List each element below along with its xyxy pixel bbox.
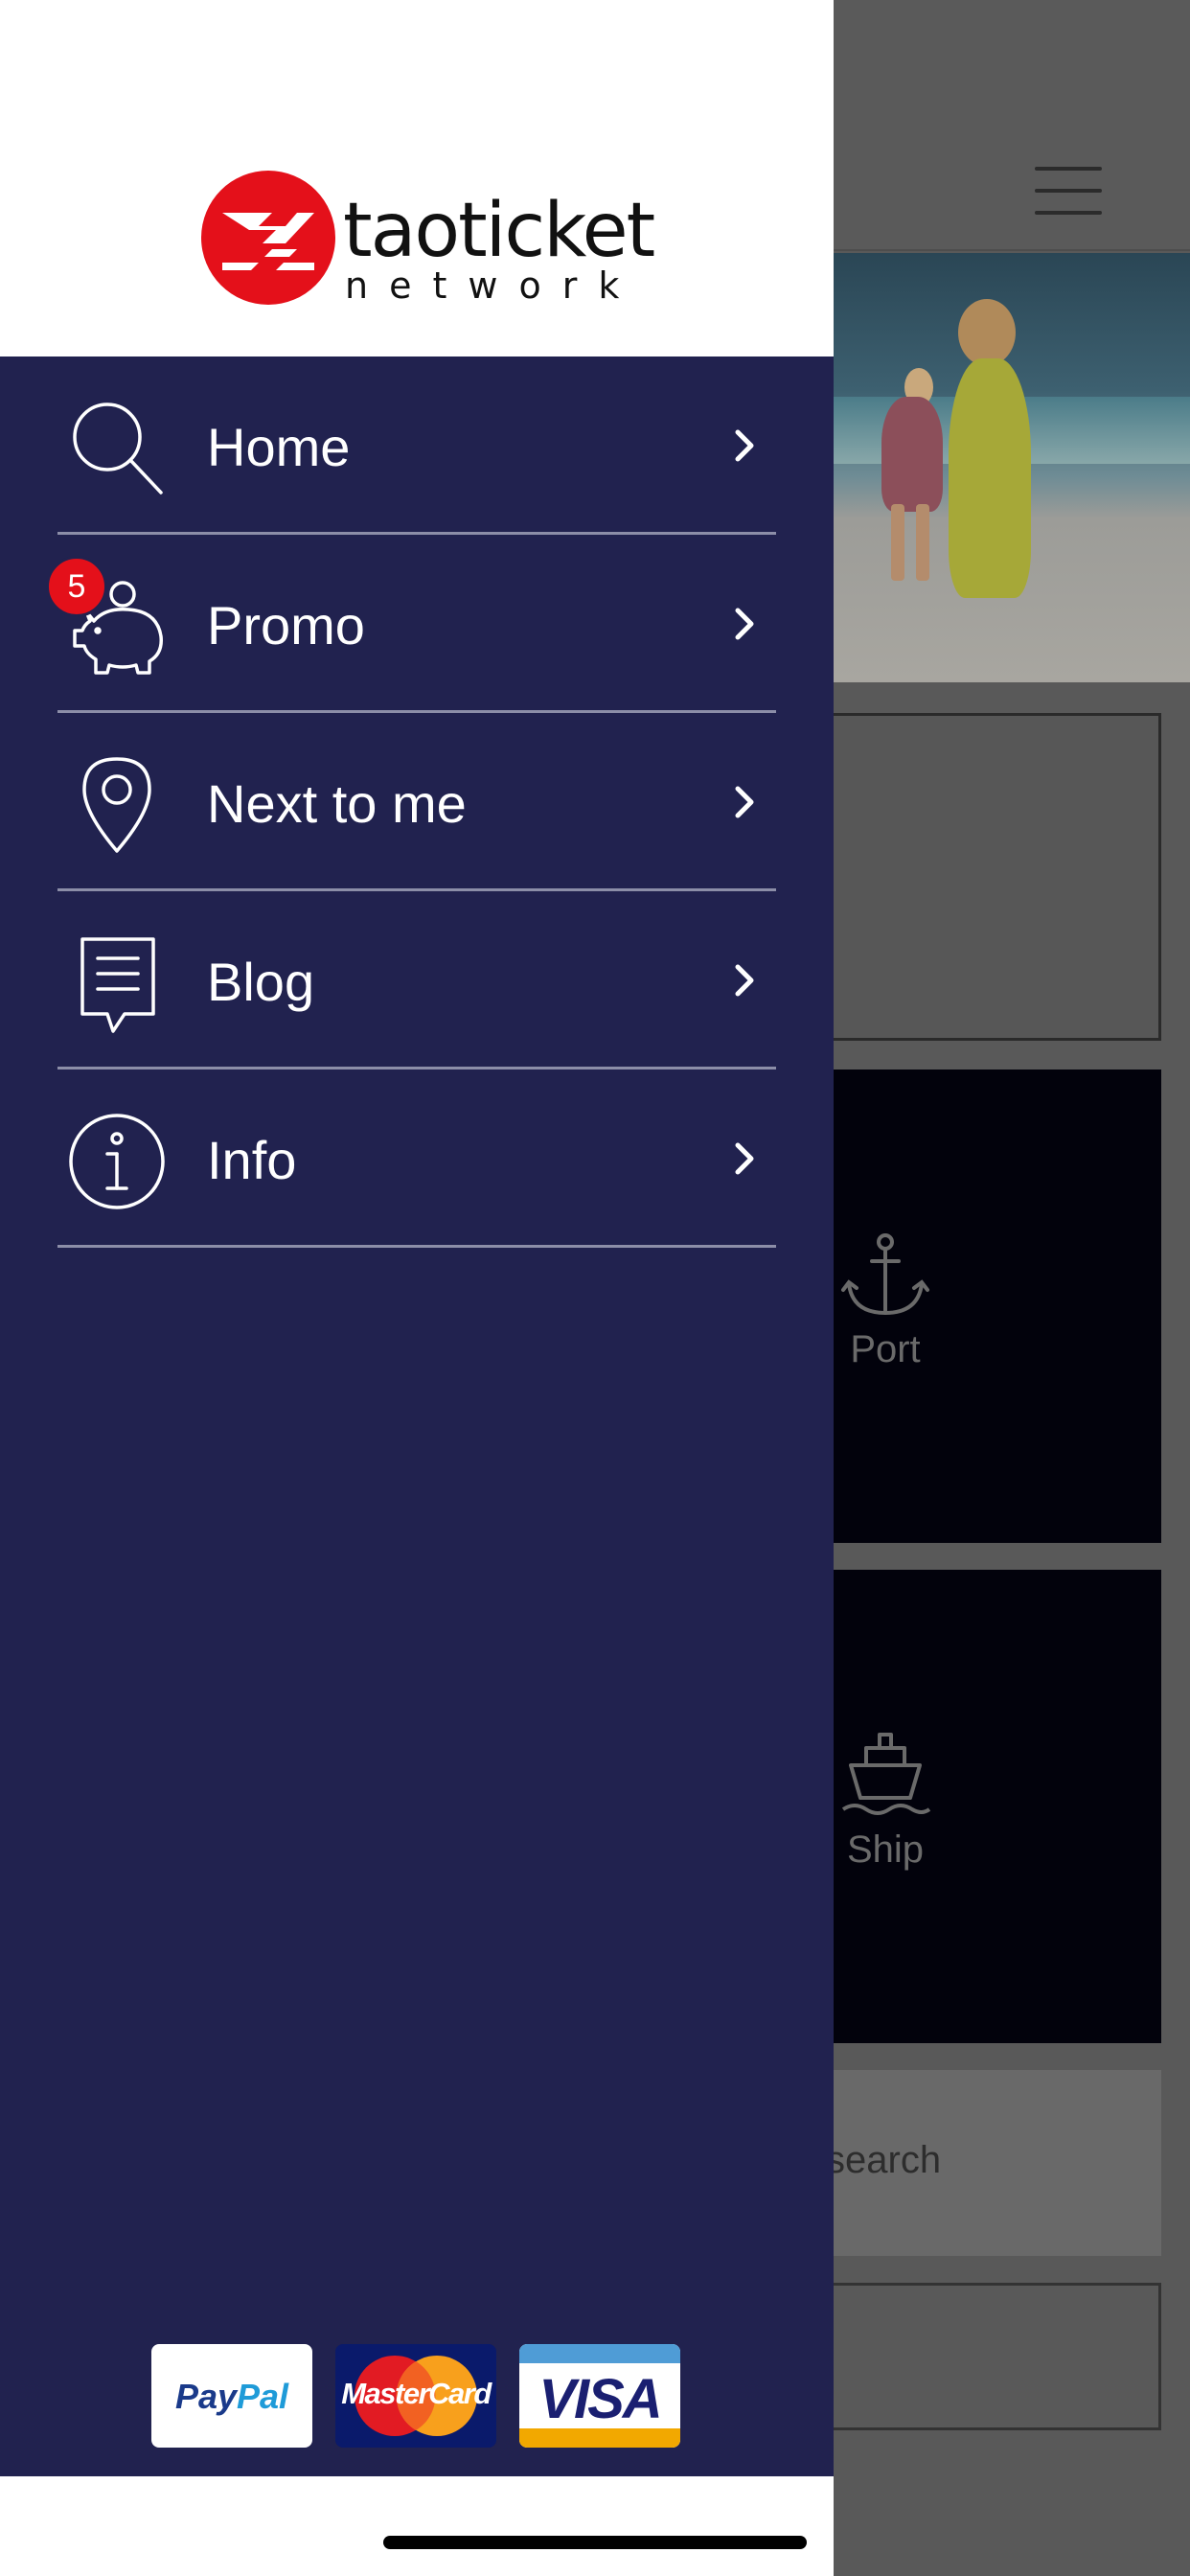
logo-subtitle: network (345, 264, 641, 307)
blog-note-icon (80, 937, 155, 1033)
menu-label-home: Home (207, 417, 351, 477)
drawer-menu: Home 5 Promo Next to me Blog Info (0, 356, 834, 1248)
menu-label-info: Info (207, 1130, 297, 1190)
payment-methods: PPayPal MasterCard VISA (151, 2344, 684, 2450)
menu-item-home[interactable]: Home (0, 356, 834, 535)
menu-item-info[interactable]: Info (0, 1070, 834, 1248)
chevron-right-icon (735, 786, 754, 818)
anchor-icon (841, 1233, 929, 1316)
taoticket-logo[interactable]: taoticket network (201, 171, 655, 314)
paypal-label: PayPal (174, 2377, 289, 2416)
chevron-right-icon (735, 429, 754, 462)
visa-label: VISA (538, 2368, 662, 2430)
drawer-header: taoticket network (0, 0, 834, 356)
ship-icon (841, 1733, 931, 1815)
tile-ship-label: Ship (846, 1828, 925, 1871)
search-icon (73, 402, 163, 494)
mastercard-logo: MasterCard (335, 2344, 496, 2448)
menu-item-promo[interactable]: 5 Promo (0, 535, 834, 713)
menu-label-promo: Promo (207, 595, 365, 656)
chevron-right-icon (735, 608, 754, 640)
menu-item-next-to-me[interactable]: Next to me (0, 713, 834, 891)
location-pin-icon (82, 757, 151, 853)
info-icon (69, 1114, 165, 1209)
tile-port-label: Port (850, 1328, 921, 1370)
menu-item-blog[interactable]: Blog (0, 891, 834, 1070)
chevron-right-icon (735, 964, 754, 997)
paypal-logo: PPayPal (151, 2344, 312, 2448)
logo-mark-icon (201, 171, 335, 305)
hamburger-menu-icon[interactable] (1035, 167, 1102, 215)
search-button-label: search (826, 2139, 942, 2181)
promo-badge: 5 (46, 556, 107, 617)
mastercard-label: MasterCard (341, 2377, 492, 2410)
home-indicator[interactable] (383, 2536, 807, 2549)
chevron-right-icon (735, 1142, 754, 1175)
side-drawer: taoticket network Home 5 Promo Next to m… (0, 0, 834, 2576)
menu-label-blog: Blog (207, 952, 315, 1012)
logo-name: taoticket (343, 188, 655, 274)
visa-logo: VISA (519, 2344, 680, 2448)
menu-label-next-to-me: Next to me (207, 773, 467, 834)
drawer-footer (0, 2476, 834, 2576)
